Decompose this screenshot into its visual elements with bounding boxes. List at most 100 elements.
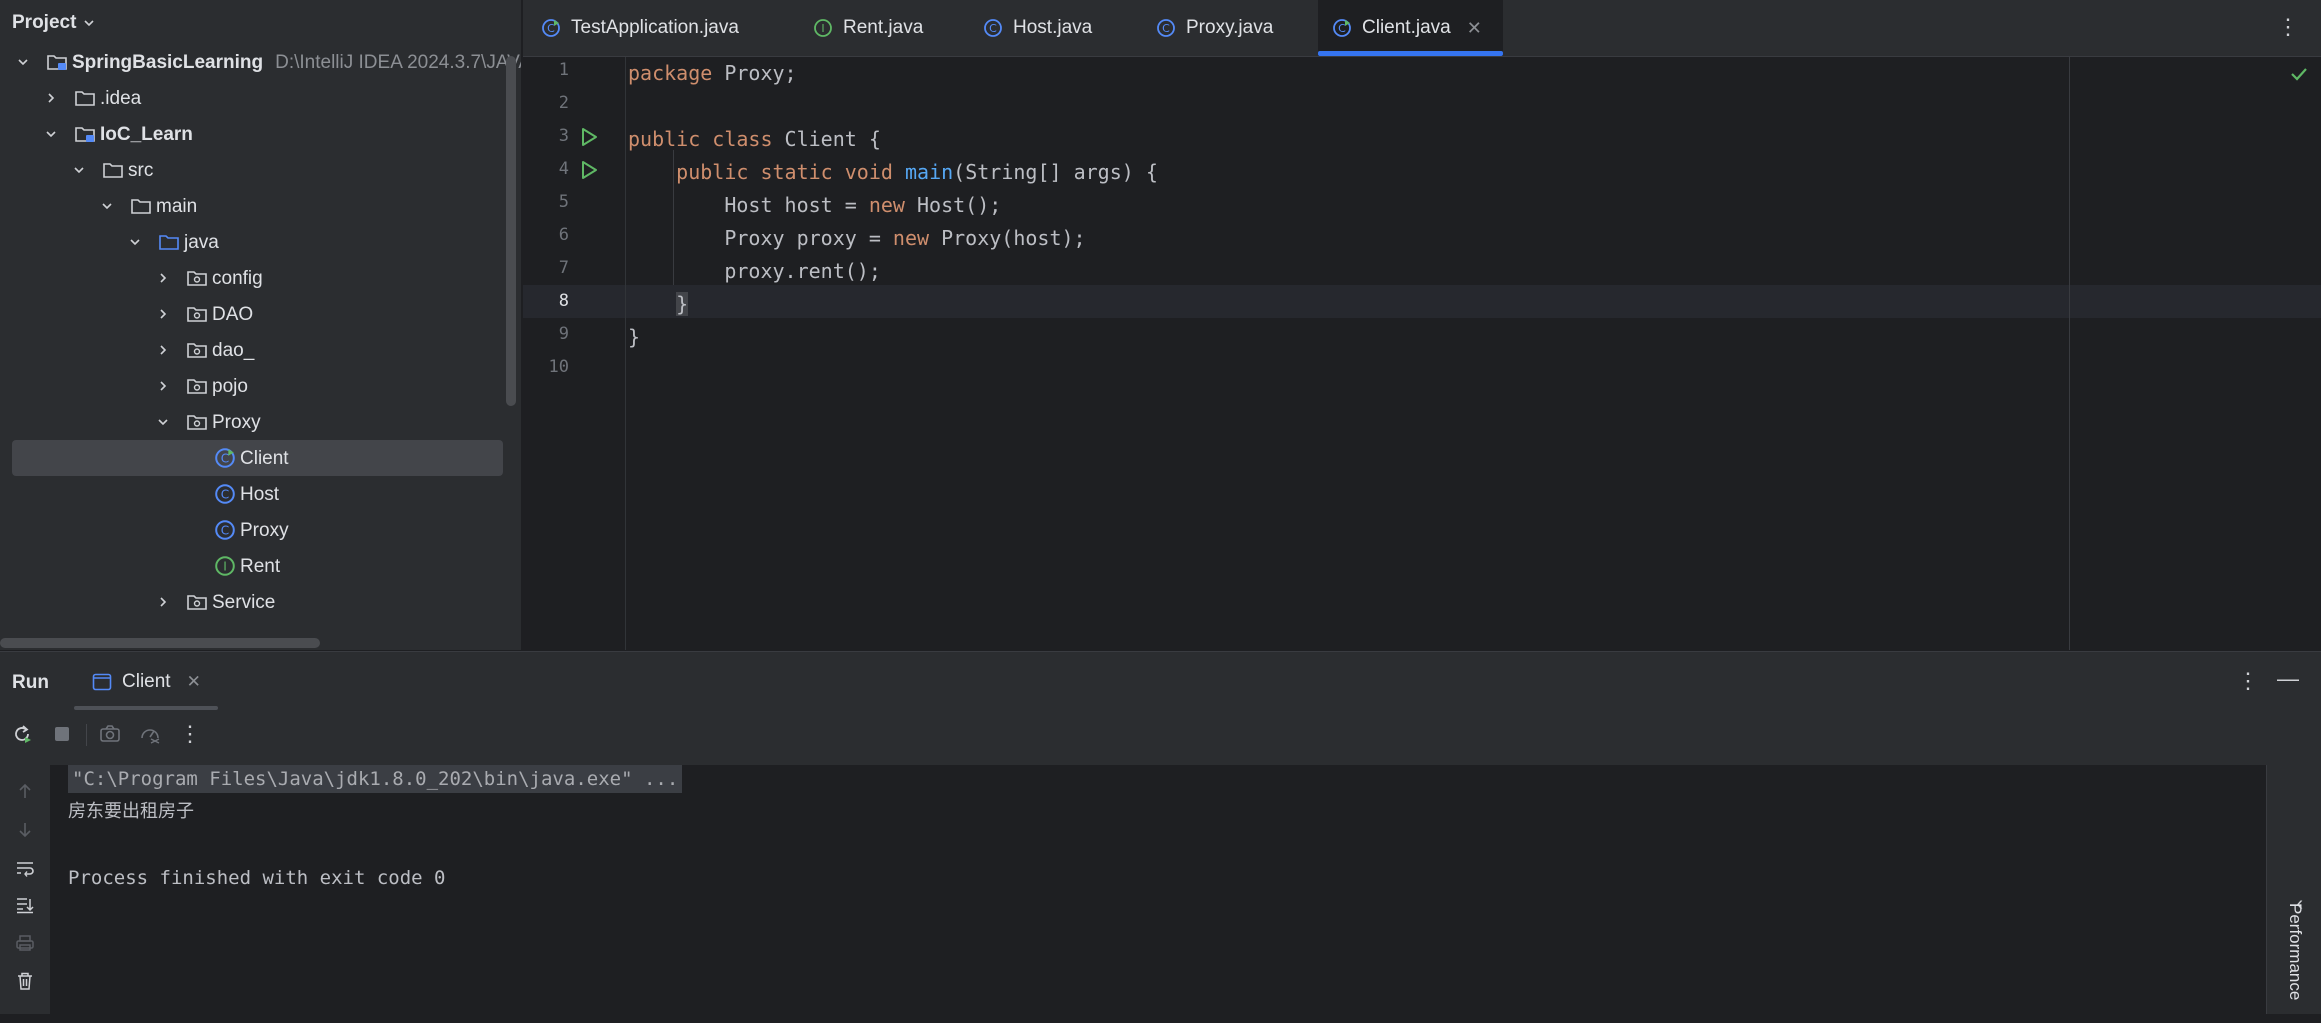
class-icon: C — [214, 519, 236, 541]
performance-tab[interactable]: Performance — [2285, 903, 2305, 1023]
chevron-down-icon[interactable] — [156, 415, 170, 429]
svg-text:I: I — [223, 559, 227, 573]
chevron-down-icon — [84, 20, 94, 27]
tab-label: Client.java — [1362, 17, 1451, 38]
tab-proxy[interactable]: C Proxy.java — [1156, 0, 1276, 56]
chevron-right-icon[interactable] — [156, 343, 170, 357]
run-title: Run — [12, 672, 49, 693]
code-line-4[interactable]: public static void main(String[] args) { — [628, 156, 1158, 189]
keyword: new — [868, 193, 905, 217]
minimize-icon[interactable]: — — [2277, 666, 2299, 692]
tree-item-proxy[interactable]: C Proxy — [0, 512, 521, 548]
close-icon[interactable]: ✕ — [187, 672, 201, 692]
tree-item-dao[interactable]: DAO — [0, 296, 521, 332]
scroll-up-button[interactable] — [13, 779, 37, 803]
tree-item-ioc-learn[interactable]: IoC_Learn — [0, 116, 521, 152]
chevron-down-icon[interactable] — [72, 163, 86, 177]
scroll-down-button[interactable] — [13, 818, 37, 842]
code-line-7[interactable]: proxy.rent(); — [628, 255, 881, 288]
tree-item-main[interactable]: main — [0, 188, 521, 224]
tree-item-dao-[interactable]: dao_ — [0, 332, 521, 368]
chevron-down-icon[interactable] — [100, 199, 114, 213]
tree-item-label: main — [156, 196, 197, 218]
code-line-9[interactable]: } — [628, 321, 640, 354]
tree-item-pojo[interactable]: pojo — [0, 368, 521, 404]
more-options-icon[interactable]: ⋮ — [2237, 668, 2259, 694]
run-tool-window: Run Client ✕ ⋮ — ⋮ "C:\Program Files\Jav… — [0, 651, 2321, 1014]
arrow-up-icon — [19, 783, 31, 798]
tree-item-proxy[interactable]: Proxy — [0, 404, 521, 440]
run-gutter-icon[interactable] — [579, 160, 599, 180]
clear-button[interactable] — [13, 969, 37, 993]
run-tab-client[interactable]: Client ✕ — [74, 652, 218, 712]
runnable-class-icon: C — [214, 447, 236, 469]
code-line-3[interactable]: public class Client { — [628, 123, 881, 156]
tree-item-label: Proxy — [212, 412, 261, 434]
tree-item-rent[interactable]: I Rent — [0, 548, 521, 584]
chevron-right-icon[interactable] — [156, 379, 170, 393]
tree-item-springbasiclearning[interactable]: SpringBasicLearning D:\IntelliJ IDEA 2024… — [0, 44, 521, 80]
code-text: Client { — [772, 127, 881, 151]
soft-wrap-icon — [17, 862, 34, 877]
project-view-selector[interactable]: Project — [12, 12, 96, 34]
tree-item-src[interactable]: src — [0, 152, 521, 188]
svg-text:C: C — [221, 451, 229, 465]
more-options-icon[interactable]: ⋮ — [2277, 14, 2299, 40]
close-icon[interactable]: ✕ — [1467, 18, 1482, 39]
screenshot-button[interactable] — [98, 722, 122, 746]
folder-icon — [102, 159, 124, 181]
run-gutter-icon[interactable] — [579, 127, 599, 147]
chevron-right-icon[interactable] — [156, 307, 170, 321]
code-line-8[interactable]: } — [628, 288, 689, 321]
console-side-toolbar — [0, 765, 50, 1014]
code-line-6[interactable]: Proxy proxy = new Proxy(host); — [628, 222, 1085, 255]
tree-item-host[interactable]: C Host — [0, 476, 521, 512]
svg-text:I: I — [821, 22, 824, 35]
profiler-button[interactable] — [138, 722, 162, 746]
tab-label: TestApplication.java — [571, 17, 739, 38]
print-button[interactable] — [13, 931, 37, 955]
tree-item-label: IoC_Learn — [100, 124, 193, 146]
chevron-right-icon[interactable] — [44, 91, 58, 105]
code-text: Proxy proxy = — [724, 226, 893, 250]
stop-button[interactable] — [50, 722, 74, 746]
rerun-button[interactable] — [10, 722, 34, 746]
svg-text:C: C — [1338, 22, 1346, 35]
chevron-down-icon[interactable] — [128, 235, 142, 249]
tab-testapplication[interactable]: C TestApplication.java — [541, 0, 791, 56]
chevron-down-icon[interactable] — [16, 55, 30, 69]
tree-item-label: Rent — [240, 556, 280, 578]
checkmark-icon[interactable] — [2289, 64, 2309, 84]
tab-host[interactable]: C Host.java — [983, 0, 1093, 56]
code-text: Host host = — [724, 193, 869, 217]
tree-item--idea[interactable]: .idea — [0, 80, 521, 116]
code-line-1[interactable]: package Proxy; — [628, 57, 797, 90]
tree-horizontal-scrollbar[interactable] — [0, 638, 320, 648]
label-text: src — [128, 160, 154, 181]
chevron-right-icon[interactable] — [156, 271, 170, 285]
code-line-5[interactable]: Host host = new Host(); — [628, 189, 1001, 222]
run-toolbar: ⋮ — [0, 712, 2321, 756]
more-options-icon[interactable]: ⋮ — [178, 721, 202, 746]
console-command-line[interactable]: "C:\Program Files\Java\jdk1.8.0_202\bin\… — [68, 765, 683, 793]
label-text: IoC_Learn — [100, 124, 193, 145]
toolbar-divider — [86, 724, 87, 746]
tree-item-java[interactable]: java — [0, 224, 521, 260]
label-text: Proxy — [240, 520, 289, 541]
tree-item-client[interactable]: C Client — [0, 440, 521, 476]
module-path: D:\IntelliJ IDEA 2024.3.7\JAVA — [275, 52, 521, 73]
scroll-to-end-button[interactable] — [13, 893, 37, 917]
label-text: Proxy — [212, 412, 261, 433]
tab-rent[interactable]: I Rent.java — [813, 0, 923, 56]
tree-item-label: dao_ — [212, 340, 254, 362]
line-number: 7 — [558, 258, 569, 278]
soft-wrap-button[interactable] — [13, 856, 37, 880]
label-text: config — [212, 268, 263, 289]
tab-client[interactable]: C Client.java ✕ — [1318, 0, 1503, 56]
tree-vertical-scrollbar[interactable] — [506, 56, 516, 406]
tree-item-config[interactable]: config — [0, 260, 521, 296]
console-output[interactable]: "C:\Program Files\Java\jdk1.8.0_202\bin\… — [50, 765, 2266, 1014]
chevron-right-icon[interactable] — [156, 595, 170, 609]
chevron-down-icon[interactable] — [44, 127, 58, 141]
tree-item-service[interactable]: Service — [0, 584, 521, 620]
